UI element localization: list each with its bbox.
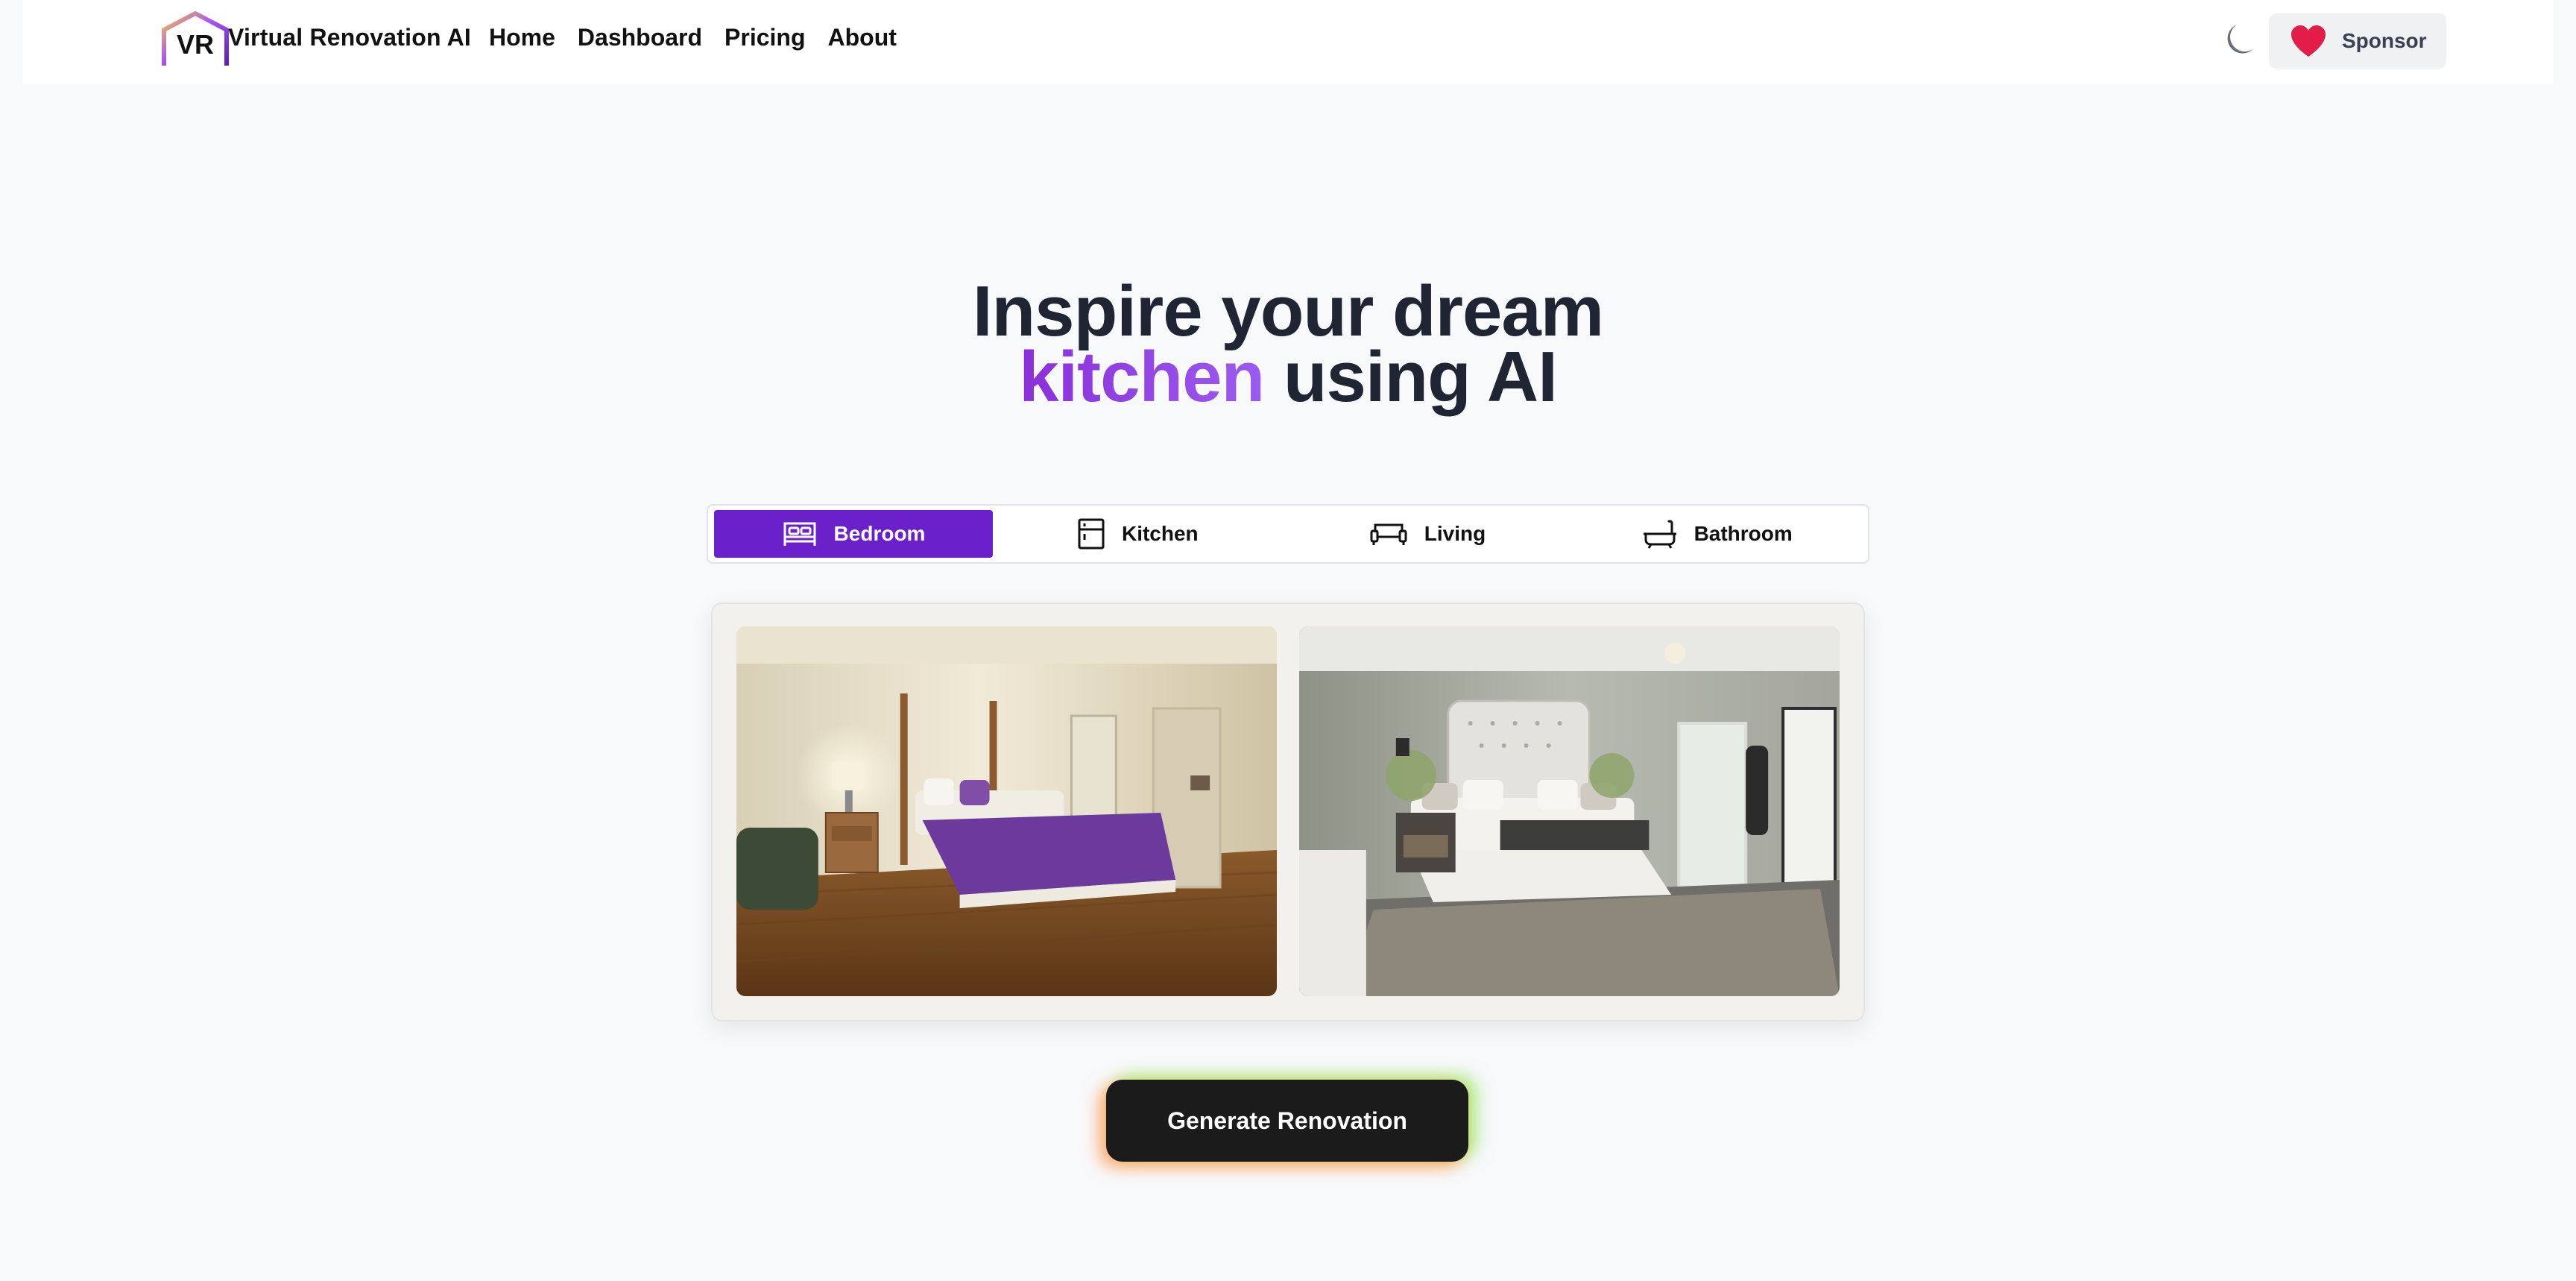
nav-home-link[interactable]: Home	[489, 24, 555, 51]
nav-links: Home Dashboard Pricing About	[489, 24, 897, 51]
room-type-tabs: Bedroom Kitchen Living Bathroom	[707, 504, 1869, 564]
hero-accent-word: kitchen	[1019, 337, 1265, 417]
heart-icon	[2291, 25, 2326, 57]
fridge-icon	[1078, 518, 1105, 550]
sofa-icon	[1370, 523, 1407, 545]
bed-icon	[783, 522, 816, 546]
tab-bathroom-label: Bathroom	[1693, 522, 1793, 545]
tab-living[interactable]: Living	[1283, 510, 1573, 558]
moon-icon[interactable]	[2221, 19, 2263, 61]
tab-kitchen[interactable]: Kitchen	[993, 510, 1283, 558]
tab-kitchen-label: Kitchen	[1121, 522, 1199, 545]
nav-pricing-link[interactable]: Pricing	[724, 24, 805, 51]
nav-dashboard-link[interactable]: Dashboard	[578, 24, 702, 51]
tab-living-label: Living	[1424, 522, 1486, 545]
nav-about-link[interactable]: About	[828, 24, 897, 51]
sponsor-button[interactable]: Sponsor	[2269, 13, 2446, 69]
hero-line-2-rest: using AI	[1264, 337, 1558, 417]
before-after-gallery	[711, 602, 1865, 1022]
brand-name[interactable]: Virtual Renovation AI	[228, 24, 471, 51]
top-navbar: VR Virtual Renovation AI Home Dashboard …	[22, 0, 2554, 84]
tab-bedroom[interactable]: Bedroom	[714, 510, 993, 558]
sponsor-label: Sponsor	[2342, 29, 2427, 52]
generate-renovation-button[interactable]: Generate Renovation	[1106, 1080, 1468, 1162]
tab-bathroom[interactable]: Bathroom	[1572, 510, 1862, 558]
bedroom-after-photo	[1299, 626, 1840, 996]
logo-text: VR	[177, 29, 214, 60]
bedroom-before-photo	[736, 626, 1277, 996]
vr-logo[interactable]: VR	[139, 10, 236, 70]
hero-heading: Inspire your dream kitchen using AI	[0, 276, 2576, 413]
tab-bedroom-label: Bedroom	[833, 522, 926, 545]
generate-renovation-label: Generate Renovation	[1167, 1107, 1407, 1134]
bathtub-icon	[1643, 520, 1676, 549]
